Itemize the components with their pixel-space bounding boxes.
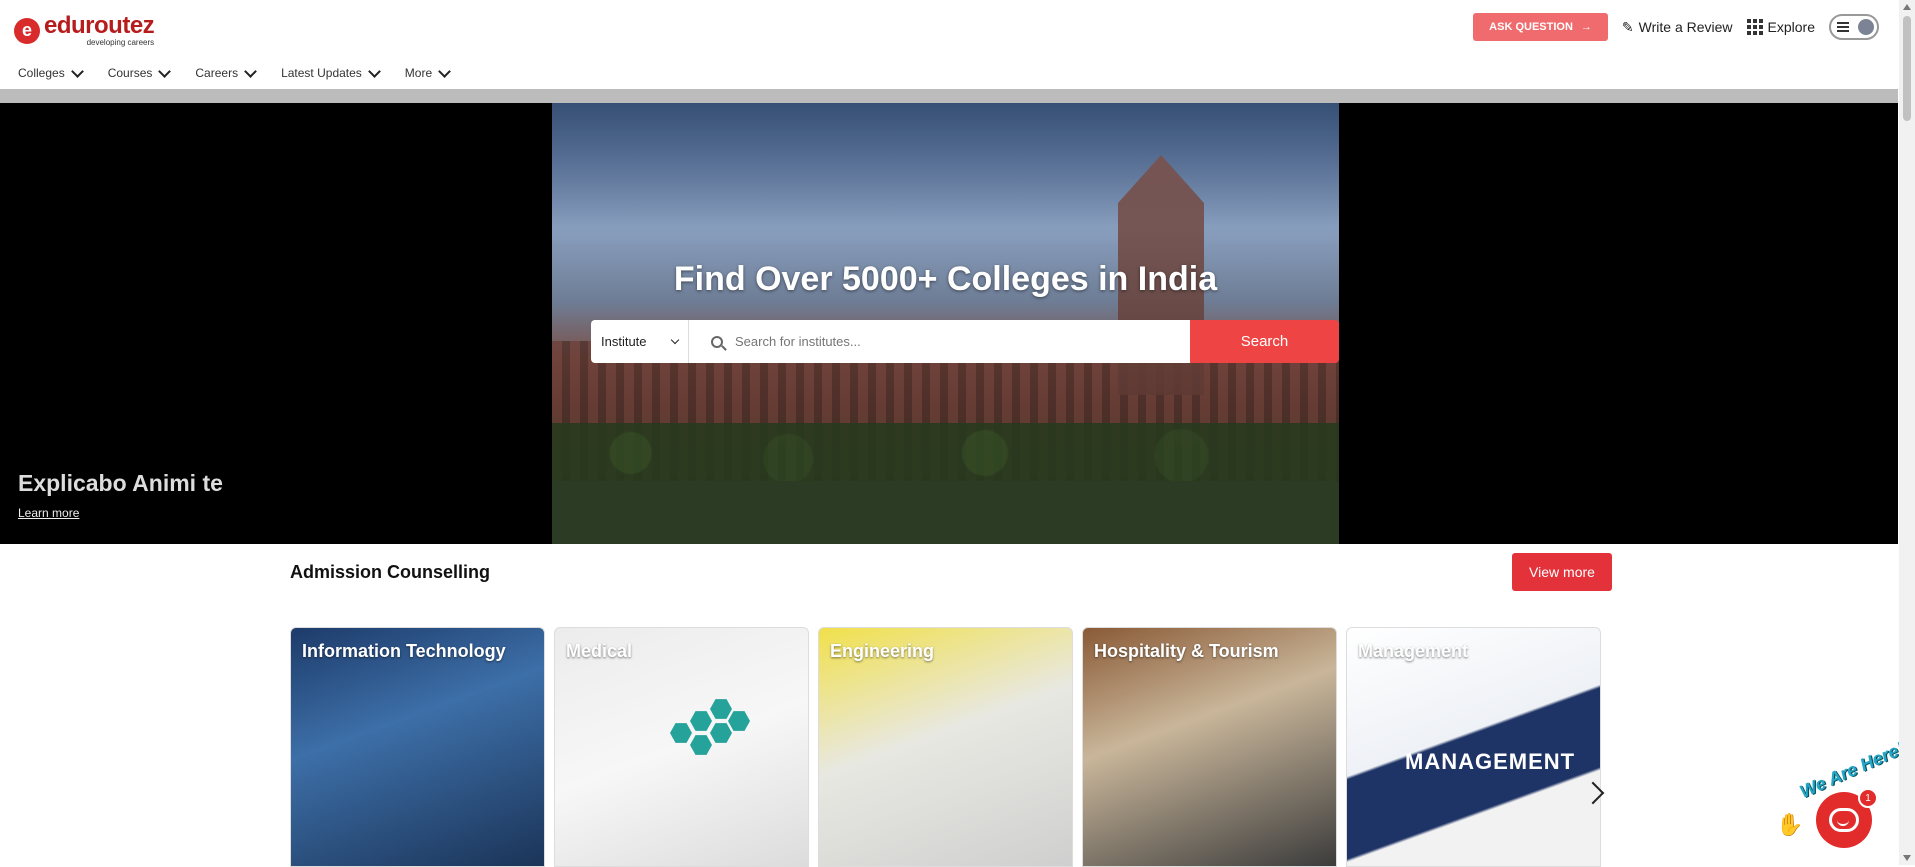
card-label: Management [1358, 641, 1469, 661]
e-logo-icon: e [14, 17, 40, 44]
campus-trees [552, 423, 1339, 483]
brand-name: eduroutez [44, 12, 155, 39]
nav-courses-label: Courses [107, 66, 153, 80]
theme-toggle[interactable] [1829, 14, 1879, 40]
explore-link[interactable]: Explore [1746, 19, 1815, 35]
nav-careers[interactable]: Careers [195, 64, 257, 80]
header-divider [0, 89, 1898, 103]
search-button[interactable]: Search [1190, 320, 1339, 363]
explore-label: Explore [1767, 19, 1815, 35]
category-card-information-technology[interactable]: Information Technology [290, 627, 545, 867]
nav-latest-updates-label: Latest Updates [281, 66, 362, 80]
category-carousel: Information Technology Medical Engineeri… [290, 627, 1601, 867]
hero-title: Find Over 5000+ Colleges in India [673, 260, 1218, 298]
nav-colleges[interactable]: Colleges [18, 64, 84, 80]
category-card-medical[interactable]: Medical [554, 627, 809, 867]
category-card-management[interactable]: Management MANAGEMENT [1346, 627, 1601, 867]
scroll-up-icon[interactable] [1903, 4, 1911, 10]
nav-courses[interactable]: Courses [107, 64, 172, 80]
toggle-knob [1858, 19, 1874, 35]
ask-question-button[interactable]: ASK QUESTION → [1473, 13, 1608, 41]
chevron-down-icon [244, 64, 257, 78]
view-more-button[interactable]: View more [1512, 553, 1612, 591]
arrow-right-icon: → [1580, 21, 1592, 33]
search-icon [711, 335, 723, 348]
search-field [689, 320, 1190, 363]
header-actions: ASK QUESTION → ✎ Write a Review Explore [1473, 13, 1879, 41]
nav-more-label: More [404, 66, 433, 80]
search-input[interactable] [733, 333, 1137, 350]
notification-badge: 1 [1858, 788, 1878, 808]
write-review-label: Write a Review [1638, 19, 1733, 35]
wave-hand-icon: ✋ [1776, 812, 1804, 837]
page-scrollbar[interactable] [1899, 0, 1915, 865]
grid-icon [1746, 19, 1763, 35]
search-type-select[interactable]: Institute [591, 320, 689, 363]
chevron-down-icon [670, 335, 680, 344]
search-bar: Institute Search [591, 320, 1339, 363]
write-review-link[interactable]: ✎ Write a Review [1622, 19, 1733, 36]
scroll-thumb[interactable] [1903, 16, 1911, 121]
menu-icon [1837, 22, 1849, 34]
slide-caption: Explicabo Animi te [18, 470, 223, 496]
card-label: Engineering [830, 641, 935, 661]
hero-banner: Find Over 5000+ Colleges in India Instit… [0, 103, 1898, 544]
site-logo[interactable]: e eduroutez developing careers [14, 12, 155, 47]
category-card-hospitality-tourism[interactable]: Hospitality & Tourism [1082, 627, 1337, 867]
nav-more[interactable]: More [404, 64, 452, 80]
nav-careers-label: Careers [195, 66, 239, 80]
campus-lawn [552, 481, 1339, 544]
main-nav: Colleges Courses Careers Latest Updates … [18, 64, 452, 80]
chevron-down-icon [438, 64, 452, 78]
card-label: Information Technology [302, 641, 506, 661]
nav-colleges-label: Colleges [18, 66, 65, 80]
pencil-icon: ✎ [1621, 18, 1634, 35]
ask-question-label: ASK QUESTION [1489, 21, 1573, 33]
learn-more-link[interactable]: Learn more [18, 506, 79, 520]
medical-hexagon-icon [670, 698, 750, 768]
chat-icon [1829, 808, 1859, 832]
brand-tagline: developing careers [86, 38, 155, 47]
section-title: Admission Counselling [290, 562, 491, 582]
nav-latest-updates[interactable]: Latest Updates [281, 64, 381, 80]
card-label: Medical [566, 641, 633, 661]
search-type-value: Institute [601, 334, 647, 349]
category-card-engineering[interactable]: Engineering [818, 627, 1073, 867]
chevron-down-icon [70, 64, 84, 78]
scroll-down-icon[interactable] [1903, 855, 1911, 861]
management-banner-text: MANAGEMENT [1405, 749, 1576, 774]
chevron-down-icon [158, 64, 172, 78]
card-label: Hospitality & Tourism [1094, 641, 1279, 661]
chevron-down-icon [367, 64, 381, 78]
